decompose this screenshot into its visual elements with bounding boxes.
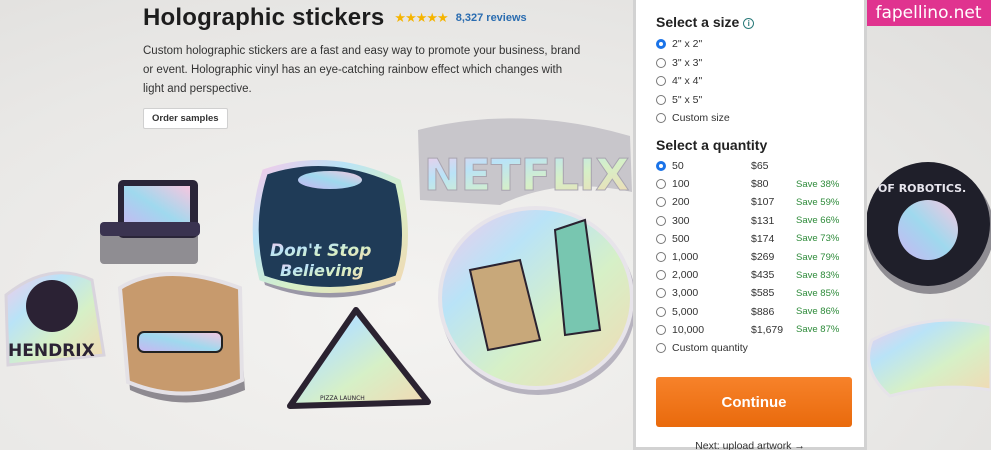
quantity-option[interactable]: 3,000 $585 Save 85% <box>656 284 839 302</box>
quantity-price: $65 <box>751 160 769 172</box>
robotics-sticker: OF ROBOTICS. <box>866 162 991 294</box>
size-option[interactable]: 4" x 4" <box>656 72 702 90</box>
reviews-link[interactable]: 8,327 reviews <box>456 12 527 24</box>
quantity-label: 500 <box>672 232 690 245</box>
quantity-label: 5,000 <box>672 305 699 318</box>
robotics-text: OF ROBOTICS. <box>878 182 966 195</box>
quantity-label: 200 <box>672 196 690 209</box>
product-description: Custom holographic stickers are a fast a… <box>143 45 581 95</box>
quantity-label: 1,000 <box>672 251 699 263</box>
size-option-label: 2" x 2" <box>672 38 703 50</box>
pizza-launch-sticker: PIZZA LAUNCH <box>287 307 431 409</box>
size-radio[interactable] <box>656 113 666 123</box>
size-radio[interactable] <box>656 94 666 105</box>
quantity-option[interactable]: 1,000 $269 Save 79% <box>656 248 839 266</box>
info-icon[interactable]: i <box>743 18 755 29</box>
quantity-savings: Save 86% <box>796 306 840 318</box>
size-option-label: 5" x 5" <box>672 93 703 106</box>
quantity-savings: Save 83% <box>796 269 840 281</box>
quantity-radio[interactable] <box>656 343 666 353</box>
quantity-label: 300 <box>672 214 690 227</box>
quantity-radio[interactable] <box>656 306 666 317</box>
size-radio[interactable] <box>656 57 666 68</box>
netflix-sticker: NETFLIX <box>418 118 632 205</box>
controller-sticker <box>867 318 991 398</box>
dont-stop-text: Don't Stop <box>270 241 371 261</box>
size-option[interactable]: 3" x 3" <box>656 54 702 72</box>
quantity-price: $585 <box>751 287 775 300</box>
quantity-option[interactable]: 100 $80 Save 38% <box>656 175 839 193</box>
size-option[interactable]: 2" x 2" <box>656 35 702 53</box>
quantity-label: 100 <box>672 178 690 191</box>
quantity-label: 10,000 <box>672 323 705 336</box>
quantity-radio[interactable] <box>656 270 666 281</box>
quantity-option-custom[interactable]: Custom quantity <box>656 339 748 357</box>
netflix-text: NETFLIX <box>424 150 629 201</box>
quantity-option[interactable]: 2,000 $435 Save 83% <box>656 266 839 284</box>
quantity-price: $174 <box>751 232 775 245</box>
size-option[interactable]: 5" x 5" <box>656 91 702 109</box>
believing-text: Believing <box>280 261 364 280</box>
size-option[interactable]: Custom size <box>656 109 730 127</box>
quantity-option[interactable]: 500 $174 Save 73% <box>656 230 839 248</box>
order-samples-button[interactable]: Order samples <box>143 108 228 129</box>
quantity-savings: Save 59% <box>796 196 840 208</box>
quantity-label: 3,000 <box>672 287 699 300</box>
star-rating: ★★★★★ <box>394 10 448 25</box>
size-option-label: Custom size <box>672 112 730 124</box>
quantity-label: 50 <box>672 160 684 172</box>
watermark: fapellino.net <box>866 0 991 26</box>
custom-quantity-label: Custom quantity <box>672 342 748 354</box>
quantity-price: $1,679 <box>751 323 784 336</box>
quantity-price: $107 <box>751 196 775 209</box>
size-option-label: 3" x 3" <box>672 56 703 69</box>
page-title: Holographic stickers <box>143 4 385 31</box>
hendrix-sticker: HENDRIX <box>4 271 106 367</box>
quantity-option[interactable]: 50 $65 <box>656 157 796 175</box>
quantity-radio[interactable] <box>656 161 666 171</box>
size-section-title: Select a size i <box>656 14 755 30</box>
quantity-radio[interactable] <box>656 324 666 335</box>
forest-circle-sticker <box>438 206 636 395</box>
quantity-section-title: Select a quantity <box>656 137 768 153</box>
quantity-option[interactable]: 300 $131 Save 66% <box>656 212 839 230</box>
quantity-option[interactable]: 10,000 $1,679 Save 87% <box>656 321 839 339</box>
size-option-label: 4" x 4" <box>672 75 703 87</box>
size-radio[interactable] <box>656 76 666 86</box>
quantity-radio[interactable] <box>656 252 666 262</box>
quantity-price: $269 <box>751 251 775 263</box>
donkey-sticker <box>117 272 245 403</box>
quantity-radio[interactable] <box>656 197 666 208</box>
quantity-savings: Save 87% <box>796 324 840 336</box>
quantity-option[interactable]: 5,000 $886 Save 86% <box>656 303 839 321</box>
product-header: Holographic stickers ★★★★★ 8,327 reviews <box>143 4 527 32</box>
quantity-savings: Save 66% <box>796 215 840 227</box>
quantity-savings: Save 85% <box>796 287 840 299</box>
quantity-label: 2,000 <box>672 269 699 282</box>
hendrix-text: HENDRIX <box>8 341 95 361</box>
laptop-sticker <box>100 180 200 264</box>
quantity-option[interactable]: 200 $107 Save 59% <box>656 193 839 211</box>
order-panel: Select a size i 2" x 2" 3" x 3" 4" x 4" 5" x… <box>633 0 867 450</box>
quantity-radio[interactable] <box>656 215 666 226</box>
quantity-price: $435 <box>751 269 775 282</box>
quantity-price: $886 <box>751 305 775 318</box>
pizza-text: PIZZA LAUNCH <box>320 395 365 402</box>
quantity-radio[interactable] <box>656 288 666 299</box>
quantity-radio[interactable] <box>656 179 666 190</box>
size-radio[interactable] <box>656 39 666 49</box>
quantity-price: $131 <box>751 214 775 227</box>
next-upload-artwork-link[interactable]: Next: upload artwork → <box>636 440 864 450</box>
dont-stop-believing-sticker: Don't Stop Believing <box>252 160 408 298</box>
quantity-price: $80 <box>751 178 769 191</box>
quantity-savings: Save 73% <box>796 233 840 245</box>
quantity-savings: Save 38% <box>796 178 840 190</box>
quantity-savings: Save 79% <box>796 251 840 263</box>
quantity-radio[interactable] <box>656 233 666 244</box>
continue-button[interactable]: Continue <box>656 377 852 427</box>
